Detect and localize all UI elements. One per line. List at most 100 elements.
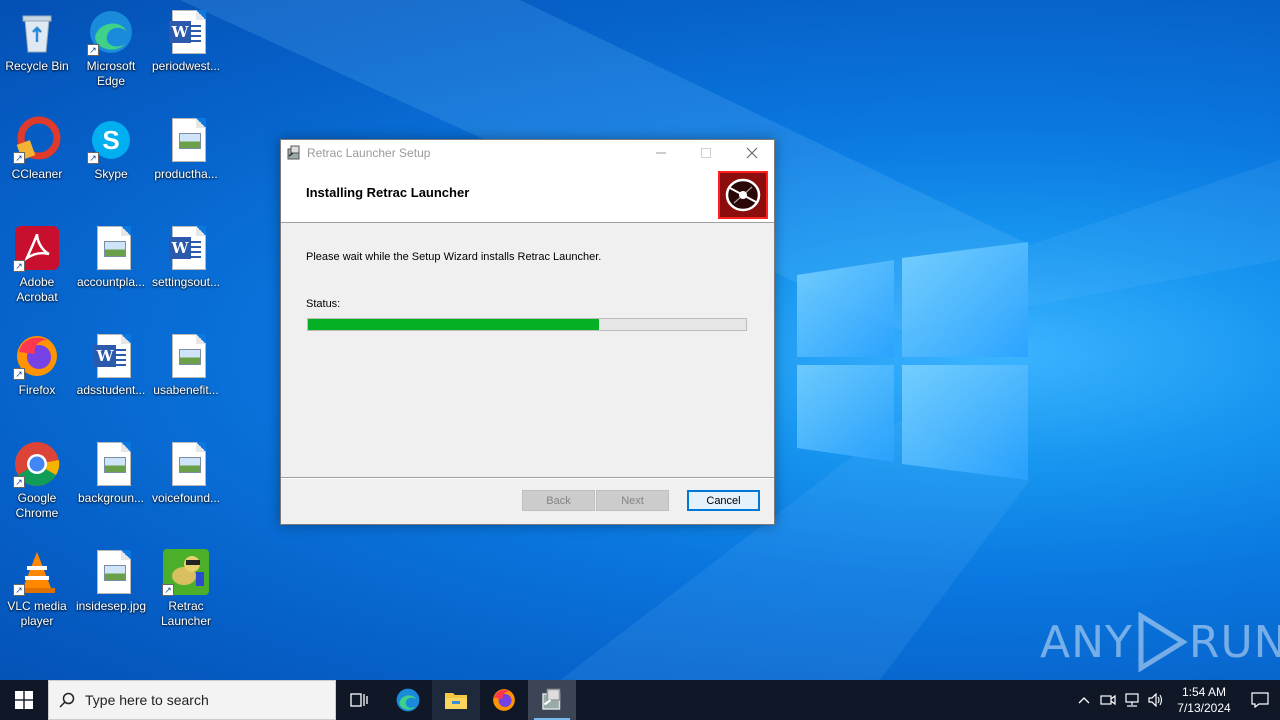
maximize-icon: [700, 147, 711, 158]
network-button[interactable]: [1120, 680, 1144, 720]
dialog-titlebar[interactable]: Retrac Launcher Setup: [281, 140, 774, 165]
svg-text:S: S: [102, 125, 119, 155]
desktop-icon-label: Firefox: [18, 383, 56, 397]
taskbar-edge-button[interactable]: [384, 680, 432, 720]
desktop-icon-voicefound[interactable]: voicefound...: [149, 440, 223, 506]
shortcut-arrow-icon: ↗: [13, 152, 25, 164]
skype-icon: S ↗: [87, 116, 135, 164]
task-view-icon: [350, 693, 368, 707]
minimize-icon: [655, 152, 666, 153]
desktop-icon-label: Skype: [94, 167, 128, 181]
desktop-icon-adsstudent[interactable]: W adsstudent...: [74, 332, 148, 398]
status-label: Status:: [306, 298, 341, 310]
desktop-icon-microsoft-edge[interactable]: ↗ Microsoft Edge: [74, 8, 148, 89]
show-hidden-icons-button[interactable]: [1072, 680, 1096, 720]
desktop-icon-label: Google Chrome: [15, 491, 59, 520]
desktop-icon-retrac-launcher[interactable]: ↗ Retrac Launcher: [149, 548, 223, 629]
maximize-button[interactable]: [683, 140, 728, 165]
taskbar: Type here to search 1:54 AM 7/13/2024: [0, 680, 1280, 720]
install-progress-bar: [307, 318, 747, 331]
minimize-button[interactable]: [638, 140, 683, 165]
desktop-icon-google-chrome[interactable]: ↗ Google Chrome: [0, 440, 74, 521]
progress-fill: [308, 319, 600, 330]
shortcut-arrow-icon: ↗: [13, 260, 25, 272]
footer-divider-highlight: [281, 478, 774, 479]
ccleaner-icon: ↗: [13, 116, 61, 164]
camera-icon: [1100, 694, 1116, 706]
desktop-icon-label: insidesep.jpg: [75, 599, 147, 613]
dialog-heading: Installing Retrac Launcher: [306, 185, 470, 200]
meet-now-button[interactable]: [1096, 680, 1120, 720]
image-file-icon: [87, 548, 135, 596]
installer-disc-icon: [718, 171, 768, 219]
image-file-icon: [162, 332, 210, 380]
watermark-text-left: ANY: [1040, 616, 1133, 668]
play-triangle-icon: [1138, 612, 1188, 672]
volume-button[interactable]: [1144, 680, 1168, 720]
image-file-icon: [87, 440, 135, 488]
desktop-icon-firefox[interactable]: ↗ Firefox: [0, 332, 74, 398]
taskbar-firefox-button[interactable]: [480, 680, 528, 720]
desktop-icon-insidesep[interactable]: insidesep.jpg: [74, 548, 148, 614]
microsoft-edge-icon: [396, 688, 420, 712]
desktop-icon-ccleaner[interactable]: ↗ CCleaner: [0, 116, 74, 182]
image-file-icon: [162, 440, 210, 488]
desktop-icon-adobe-acrobat[interactable]: ↗ Adobe Acrobat: [0, 224, 74, 305]
shortcut-arrow-icon: ↗: [13, 368, 25, 380]
back-button[interactable]: Back: [522, 490, 595, 511]
action-center-button[interactable]: [1240, 680, 1280, 720]
desktop-icon-recycle-bin[interactable]: Recycle Bin: [0, 8, 74, 74]
retrac-launcher-icon: ↗: [162, 548, 210, 596]
google-chrome-icon: ↗: [13, 440, 61, 488]
desktop-icon-usabenefit[interactable]: usabenefit...: [149, 332, 223, 398]
windows-start-icon: [15, 691, 33, 709]
chevron-up-icon: [1078, 697, 1090, 704]
desktop-icon-label: CCleaner: [11, 167, 63, 181]
desktop-icon-productha[interactable]: productha...: [149, 116, 223, 182]
desktop-icon-label: backgroun...: [77, 491, 145, 505]
desktop-icon-skype[interactable]: S ↗ Skype: [74, 116, 148, 182]
cancel-button[interactable]: Cancel: [687, 490, 760, 511]
desktop-icon-vlc-media-player[interactable]: ↗ VLC media player: [0, 548, 74, 629]
installer-app-icon: [542, 688, 561, 710]
start-button[interactable]: [0, 680, 48, 720]
clock-date: 7/13/2024: [1177, 701, 1231, 715]
install-description: Please wait while the Setup Wizard insta…: [306, 251, 602, 263]
desktop-icon-label: adsstudent...: [76, 383, 146, 397]
recycle-bin-icon: [13, 8, 61, 56]
desktop-icon-label: usabenefit...: [153, 383, 219, 397]
word-document-icon: W: [162, 8, 210, 56]
desktop-icon-settingsout[interactable]: W settingsout...: [149, 224, 223, 290]
desktop-icon-accountpla[interactable]: accountpla...: [74, 224, 148, 290]
close-icon: [746, 147, 757, 158]
image-file-icon: [162, 116, 210, 164]
desktop-icon-periodwest[interactable]: W periodwest...: [149, 8, 223, 74]
anyrun-watermark: ANY RUN: [1040, 612, 1280, 672]
desktop-icon-label: accountpla...: [76, 275, 146, 289]
close-button[interactable]: [729, 140, 774, 165]
windows-logo-graphic: [797, 242, 1028, 480]
taskbar-installer-button[interactable]: [528, 680, 576, 720]
dialog-title: Retrac Launcher Setup: [307, 145, 431, 160]
desktop-icon-backgroun[interactable]: backgroun...: [74, 440, 148, 506]
watermark-text-right: RUN: [1188, 616, 1280, 668]
volume-icon: [1148, 693, 1163, 707]
word-document-icon: W: [162, 224, 210, 272]
desktop-icon-label: settingsout...: [151, 275, 221, 289]
installer-app-icon: [286, 145, 302, 161]
firefox-icon: ↗: [13, 332, 61, 380]
taskbar-file-explorer-button[interactable]: [432, 680, 480, 720]
search-placeholder: Type here to search: [85, 692, 209, 708]
taskbar-search-box[interactable]: Type here to search: [48, 680, 336, 720]
vlc-icon: ↗: [13, 548, 61, 596]
desktop-icon-label: Retrac Launcher: [160, 599, 212, 628]
adobe-acrobat-icon: ↗: [13, 224, 61, 272]
taskbar-clock[interactable]: 1:54 AM 7/13/2024: [1168, 684, 1240, 716]
shortcut-arrow-icon: ↗: [162, 584, 174, 596]
desktop-icon-label: Recycle Bin: [5, 59, 69, 73]
firefox-icon: [493, 689, 515, 711]
shortcut-arrow-icon: ↗: [13, 476, 25, 488]
next-button[interactable]: Next: [596, 490, 669, 511]
task-view-button[interactable]: [336, 680, 384, 720]
desktop-icon-label: voicefound...: [151, 491, 221, 505]
